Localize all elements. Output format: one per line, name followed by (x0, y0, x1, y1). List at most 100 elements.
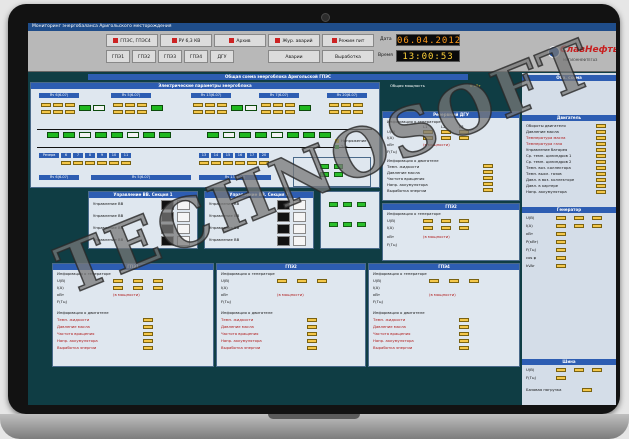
feeder-switch[interactable] (271, 132, 283, 138)
btn-gpe2[interactable]: ГПЭ2 (132, 50, 156, 63)
value-cell (556, 376, 566, 380)
breaker-control-button[interactable] (177, 200, 190, 210)
engine-row: Температура масла (526, 135, 566, 140)
value-cell (341, 103, 351, 107)
unit-label-bottom: Яч 5(6-07) (91, 175, 191, 180)
feeder-switch[interactable] (255, 132, 267, 138)
breaker-switch[interactable] (79, 105, 91, 111)
value-cell (133, 286, 143, 290)
sidebar-header-engine: Двигатель (522, 115, 616, 121)
unit-label-5: Яч 20(6-07) (327, 93, 367, 98)
bus-row: F(Гц) (526, 375, 537, 380)
value-cell (273, 110, 283, 114)
breaker-control-button[interactable] (293, 224, 306, 234)
archive-icon (229, 38, 235, 43)
eng-row: Частота вращения (373, 331, 411, 336)
value-cell (307, 318, 317, 322)
legend-voltage: Напряжение (341, 138, 367, 143)
row-u: U(В) (387, 218, 396, 223)
sidebar-header-bus: Шина (522, 359, 616, 365)
btn-ru[interactable]: РУ 6,3 КВ (160, 34, 212, 47)
btn-archive[interactable]: Архив (214, 34, 266, 47)
btn-mode[interactable]: Режим пит (322, 34, 374, 47)
value-cell (153, 279, 163, 283)
breaker-control-button[interactable] (177, 236, 190, 246)
value-cell (459, 346, 469, 350)
breaker-control-button[interactable] (161, 236, 174, 246)
value-cell (556, 216, 566, 220)
btn-gpes[interactable]: ГПЭС, ГПЭС4 (106, 34, 158, 47)
feeder-switch[interactable] (47, 132, 59, 138)
value-cell (113, 286, 123, 290)
value-cell (143, 325, 153, 329)
value-cell (556, 368, 566, 372)
feeder-switch[interactable] (159, 132, 171, 138)
feeder-switch[interactable] (207, 132, 219, 138)
btn-gpe1[interactable]: ГПЭ1 (106, 50, 130, 63)
btn-gpe3[interactable]: ГПЭ3 (158, 50, 182, 63)
bus-row: U(В) (526, 367, 535, 372)
breaker-switch[interactable] (245, 105, 257, 111)
value-cell (137, 103, 147, 107)
breaker-control-button[interactable] (277, 236, 290, 246)
value-cell (143, 346, 153, 350)
feeder-switch[interactable] (63, 132, 75, 138)
control-panel-1: Управление ВВ. Секция 1 Управление ВВ Уп… (88, 191, 198, 249)
btn-alarm-log[interactable]: Жур. аварий (268, 34, 320, 47)
feeder-switch[interactable] (111, 132, 123, 138)
breaker-control-button[interactable] (293, 236, 306, 246)
feeder-switch[interactable] (303, 132, 315, 138)
eng-row: Выработка энергии (57, 345, 97, 350)
feeder-switch[interactable] (287, 132, 299, 138)
eng-row: Частота вращения (387, 176, 425, 181)
value-cell (143, 339, 153, 343)
breaker-switch[interactable] (93, 105, 105, 111)
breaker-switch[interactable] (231, 105, 243, 111)
row-u: U(В) (57, 278, 66, 283)
value-cell (277, 279, 287, 283)
breaker-control-button[interactable] (277, 224, 290, 234)
feeder-switch[interactable] (239, 132, 251, 138)
breaker-control-button[interactable] (177, 212, 190, 222)
feeder-switch[interactable] (143, 132, 155, 138)
laptop-frame: Мониторинг энергобаланса Аригольского ме… (8, 4, 620, 414)
gen-info-label: Информация о генераторе (387, 119, 441, 124)
legend-current: Ток (341, 144, 348, 149)
btn-dgu[interactable]: ДГУ (210, 50, 234, 63)
breaker-control-button[interactable] (277, 200, 290, 210)
feeder-switch[interactable] (223, 132, 235, 138)
value-cell (556, 240, 566, 244)
breaker-switch[interactable] (151, 105, 163, 111)
engine-row: Напр. аккумулятора (526, 189, 567, 194)
feeder-switch[interactable] (127, 132, 139, 138)
value-cell (217, 110, 227, 114)
breaker-control-button[interactable] (293, 200, 306, 210)
breaker-switch[interactable] (299, 105, 311, 111)
btn-gpe4[interactable]: ГПЭ4 (184, 50, 208, 63)
breaker-control-button[interactable] (161, 200, 174, 210)
control-row: Управление ВВ (93, 201, 124, 206)
feeder-switch[interactable] (95, 132, 107, 138)
breaker-control-button[interactable] (161, 212, 174, 222)
row-u: U(В) (221, 278, 230, 283)
value-cell (556, 264, 566, 268)
btn-alarms[interactable]: Аварии (268, 50, 320, 63)
breaker-control-button[interactable] (277, 212, 290, 222)
btn-output[interactable]: Выработка (322, 50, 374, 63)
value-cell (307, 332, 317, 336)
sync-panel (320, 191, 380, 249)
status-indicator (343, 222, 352, 227)
feeder-switch[interactable] (319, 132, 331, 138)
row-u: U(В) (387, 129, 396, 134)
feeder-switch[interactable] (79, 132, 91, 138)
breaker-control-button[interactable] (161, 224, 174, 234)
eng-row: Давление масла (387, 170, 420, 175)
breaker-control-button[interactable] (177, 224, 190, 234)
engine-row: Ср. темп. цилиндров 2 (526, 159, 572, 164)
laptop-hinge-notch (268, 414, 360, 419)
control-panel-1-title: Управление ВВ. Секция 1 (89, 192, 197, 198)
unit-label-bottom: Яч 6(6-07) (39, 175, 79, 180)
value-cell (205, 110, 215, 114)
breaker-control-button[interactable] (293, 212, 306, 222)
value-cell (441, 130, 451, 134)
